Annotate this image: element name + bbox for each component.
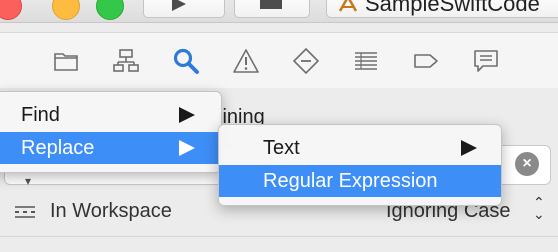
- find-mode-menu: Find Replace: [0, 91, 222, 173]
- hierarchy-icon[interactable]: [112, 47, 140, 75]
- chevron-down-icon: ▾: [25, 174, 32, 188]
- menu-item-label: Regular Expression: [263, 170, 438, 192]
- replace-submenu: Text Regular Expression: [218, 124, 502, 206]
- comment-icon[interactable]: [472, 47, 500, 75]
- menu-item-regular-expression[interactable]: Regular Expression: [219, 165, 501, 197]
- folder-icon[interactable]: [52, 47, 80, 75]
- menu-item-find[interactable]: Find: [0, 99, 221, 131]
- report-list-icon[interactable]: [352, 47, 380, 75]
- run-button[interactable]: [143, 0, 225, 18]
- stop-icon: [260, 0, 282, 9]
- minimize-window-button[interactable]: [52, 0, 80, 20]
- scope-icon: [15, 206, 35, 218]
- warning-icon[interactable]: [232, 47, 260, 75]
- play-icon: [172, 0, 186, 11]
- divider: [0, 236, 558, 237]
- scope-selector[interactable]: In Workspace: [50, 200, 172, 223]
- close-window-button[interactable]: [0, 0, 22, 20]
- menu-item-replace[interactable]: Replace: [0, 132, 221, 164]
- submenu-arrow-icon: [179, 107, 195, 123]
- search-icon[interactable]: [172, 47, 200, 75]
- app-target-icon: [338, 0, 358, 12]
- submenu-arrow-icon: [179, 140, 195, 156]
- menu-item-label: Text: [263, 137, 300, 159]
- window-titlebar: SampleSwiftCode: [0, 0, 558, 23]
- menu-item-label: Find: [21, 104, 60, 126]
- scheme-title: SampleSwiftCode: [365, 0, 540, 16]
- scheme-selector[interactable]: SampleSwiftCode: [326, 0, 558, 18]
- menu-item-label: Replace: [21, 137, 95, 159]
- stop-button[interactable]: [234, 0, 310, 18]
- menu-item-text[interactable]: Text: [219, 132, 501, 164]
- tag-icon[interactable]: [412, 47, 440, 75]
- navigator-selector-bar: [0, 32, 558, 89]
- breakpoint-diamond-icon[interactable]: [292, 47, 320, 75]
- zoom-window-button[interactable]: [96, 0, 124, 20]
- clear-search-button[interactable]: ×: [515, 152, 539, 176]
- submenu-arrow-icon: [461, 140, 477, 156]
- up-down-chevron-icon: ⌃ ⌄: [533, 194, 545, 222]
